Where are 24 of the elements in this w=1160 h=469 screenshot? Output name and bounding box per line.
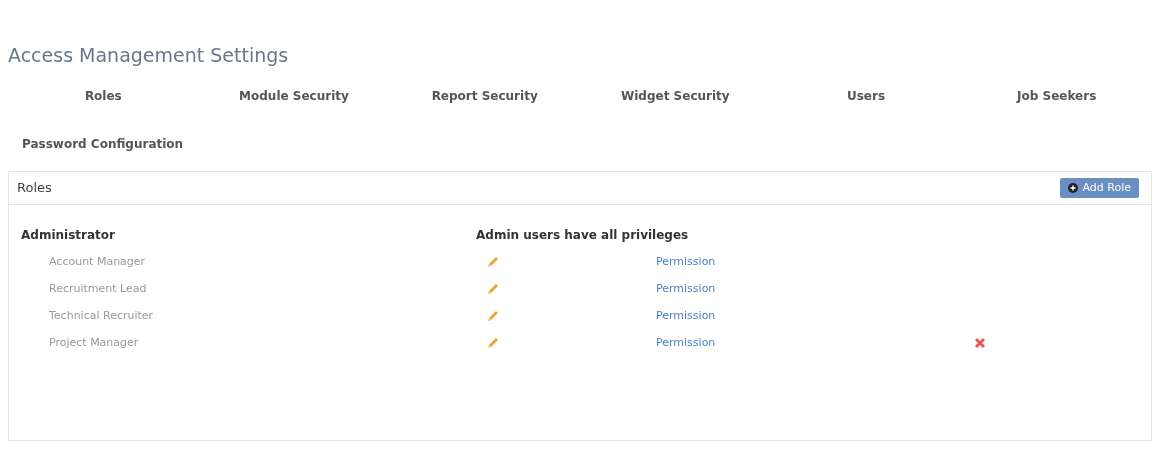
tab[interactable]: Widget Security	[621, 86, 730, 105]
tab[interactable]: Password Configuration	[8, 134, 184, 153]
pencil-icon[interactable]	[486, 282, 500, 297]
plus-circle-icon	[1067, 183, 1078, 194]
tab[interactable]: Job Seekers	[1017, 86, 1097, 105]
delete-icon[interactable]	[974, 337, 986, 350]
permission-link[interactable]: Permission	[656, 307, 974, 325]
pencil-icon[interactable]	[486, 336, 500, 351]
tab[interactable]: Report Security	[431, 86, 538, 105]
pencil-icon[interactable]	[486, 309, 500, 324]
permission-link[interactable]: Permission	[656, 253, 974, 271]
pencil-icon[interactable]	[486, 255, 500, 270]
tab[interactable]: Roles	[84, 86, 122, 105]
permission-link[interactable]: Permission	[656, 334, 974, 352]
role-name: Technical Recruiter	[48, 307, 155, 324]
page-title: Access Management Settings	[8, 44, 290, 67]
role-name: Recruitment Lead	[48, 280, 148, 297]
role-name: Project Manager	[48, 334, 140, 351]
admin-note: Admin users have all privileges	[476, 226, 690, 244]
permission-link[interactable]: Permission	[656, 280, 974, 298]
role-name: Account Manager	[48, 253, 147, 270]
tab[interactable]: Module Security	[239, 86, 349, 105]
panel-title: Roles	[17, 179, 52, 198]
tab[interactable]: Users	[846, 86, 886, 105]
